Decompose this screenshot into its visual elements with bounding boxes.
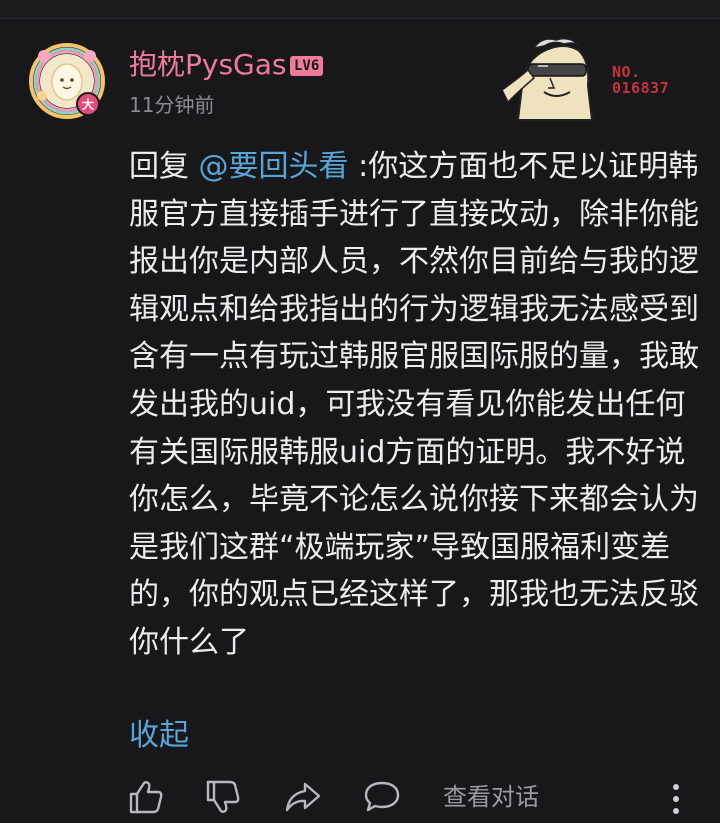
avatar[interactable]: 大 bbox=[28, 42, 106, 120]
view-dialog-link[interactable]: 查看对话 bbox=[443, 781, 539, 813]
mention-link[interactable]: @要回头看 bbox=[199, 149, 349, 184]
timestamp: 11分钟前 bbox=[129, 93, 215, 117]
username[interactable]: 抱枕PysGas bbox=[129, 48, 287, 82]
share-icon bbox=[285, 782, 321, 812]
chat-bubble-icon bbox=[364, 781, 400, 812]
comment-text: :你这方面也不足以证明韩服官方直接插手进行了直接改动，除非你能报出你是内部人员，… bbox=[129, 149, 699, 660]
like-button[interactable] bbox=[127, 778, 165, 816]
level-badge: LV6 bbox=[290, 56, 324, 76]
thumb-up-icon bbox=[129, 781, 163, 814]
thumb-down-icon bbox=[206, 780, 240, 813]
reply-prefix: 回复 bbox=[129, 149, 199, 184]
share-button[interactable] bbox=[284, 778, 322, 816]
reply-button[interactable] bbox=[363, 778, 401, 816]
comment-body: 回复 @要回头看 :你这方面也不足以证明韩服官方直接插手进行了直接改动，除非你能… bbox=[129, 143, 699, 667]
more-vertical-icon bbox=[673, 784, 679, 814]
fan-card-number: NO. 016837 bbox=[612, 63, 670, 97]
dislike-button[interactable] bbox=[204, 778, 242, 816]
more-button[interactable] bbox=[662, 779, 690, 819]
collapse-button[interactable]: 收起 bbox=[129, 712, 189, 759]
fan-card: NO. 016837 bbox=[498, 30, 698, 122]
svg-text:大: 大 bbox=[82, 97, 94, 112]
top-divider bbox=[0, 0, 720, 19]
action-bar: 查看对话 bbox=[0, 770, 720, 818]
